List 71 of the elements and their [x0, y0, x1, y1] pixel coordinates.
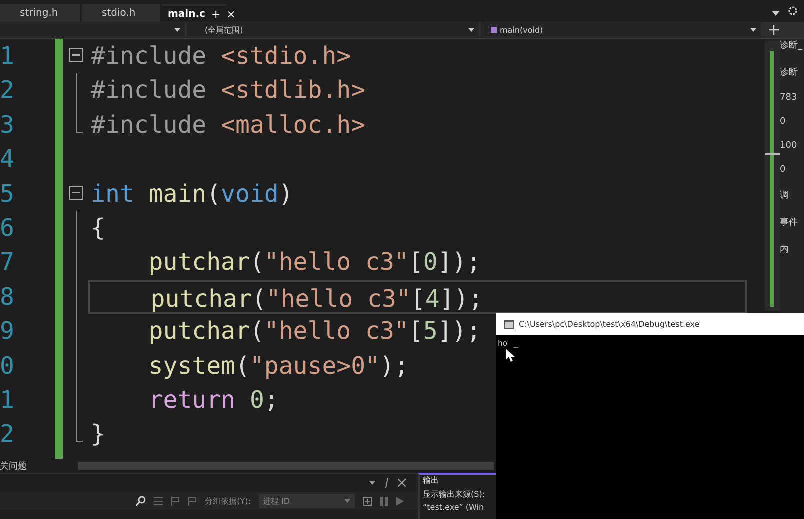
panel-label: 0 [780, 117, 787, 127]
collapse-icon[interactable] [69, 48, 83, 62]
mouse-pointer-icon [506, 349, 515, 362]
console-title: C:\Users\pc\Desktop\test\x64\Debug\test.exe [519, 320, 700, 328]
panel-title: 诊断_ [780, 40, 804, 52]
code-line: putchar("hello c3"[4]); [150, 284, 484, 313]
code-line: #include <stdio.h> [91, 42, 352, 70]
panel-label: 0 [780, 165, 787, 175]
console-icon [504, 320, 514, 328]
vertical-scrollbar[interactable] [765, 41, 780, 311]
line-number: 8 [0, 282, 16, 313]
horizontal-scrollbar[interactable] [78, 462, 494, 470]
pin-icon[interactable] [384, 478, 390, 488]
line-number: 6 [0, 212, 16, 244]
expand-icon[interactable] [363, 496, 372, 506]
line-number: 2 [0, 419, 16, 450]
settings-icon[interactable] [788, 6, 798, 16]
file-tab[interactable]: string.h [0, 4, 80, 22]
line-number: 7 [0, 247, 16, 278]
line-number: 1 [0, 384, 16, 416]
dropdown-icon[interactable] [772, 11, 780, 16]
pause-icon[interactable] [380, 496, 388, 506]
code-line: putchar("hello c3"[0]); [148, 248, 482, 276]
split-icon[interactable] [769, 24, 779, 36]
text-cursor: _ [514, 339, 518, 348]
console-output: ho [498, 339, 508, 348]
caret-icon [344, 499, 351, 503]
panel-label: 调 [780, 190, 790, 202]
code-line: system("pause>0"); [148, 352, 409, 380]
play-icon[interactable] [396, 496, 404, 506]
flag-icon[interactable] [188, 496, 198, 506]
caret-icon [468, 28, 475, 32]
line-number: 3 [0, 110, 16, 141]
code-line: #include <malloc.h> [91, 110, 366, 139]
search-icon[interactable] [136, 496, 146, 506]
line-number: 5 [0, 178, 16, 210]
function-icon [491, 27, 497, 33]
code-line: } [91, 420, 106, 448]
code-line: #include <stdlib.h> [91, 76, 366, 104]
panel-label: 诊断 [780, 66, 799, 79]
panel-label: 100 [780, 141, 798, 151]
output-line: “test.exe” (Win [423, 503, 484, 512]
function-dropdown[interactable]: main(void) [481, 22, 761, 38]
dropdown-icon[interactable] [369, 481, 376, 485]
line-number: 9 [0, 316, 16, 348]
list-icon[interactable] [154, 496, 164, 506]
caret-icon [750, 28, 757, 32]
panel-label: 事件 [780, 216, 799, 229]
collapse-icon[interactable] [69, 186, 83, 200]
file-tab[interactable]: stdio.h [82, 4, 160, 22]
pin-icon[interactable]: + [211, 8, 221, 20]
code-line: { [91, 214, 106, 242]
code-line: int main(void) [91, 180, 294, 208]
line-number: 1 [0, 41, 16, 72]
group-by-label: 分组依据(Y): [205, 496, 251, 506]
output-tab[interactable]: 输出 [423, 475, 439, 486]
panel-label: 内 [780, 244, 790, 256]
close-icon[interactable]: × [226, 8, 236, 20]
status-text: 关问题 [0, 460, 28, 472]
flag-icon[interactable] [171, 496, 180, 506]
line-number: 0 [0, 350, 16, 382]
line-number: 2 [0, 75, 16, 106]
caret-icon [174, 28, 181, 32]
code-line: putchar("hello c3"[5]); [148, 317, 482, 346]
close-icon[interactable] [398, 479, 406, 487]
panel-label: 783 [780, 93, 798, 103]
scope-dropdown[interactable]: (全局范围) [187, 22, 479, 38]
output-source-label: 显示输出来源(S): [423, 489, 486, 500]
line-number: 4 [0, 144, 16, 176]
code-line: return 0; [148, 386, 279, 414]
group-by-dropdown[interactable]: 进程 ID [259, 494, 355, 508]
